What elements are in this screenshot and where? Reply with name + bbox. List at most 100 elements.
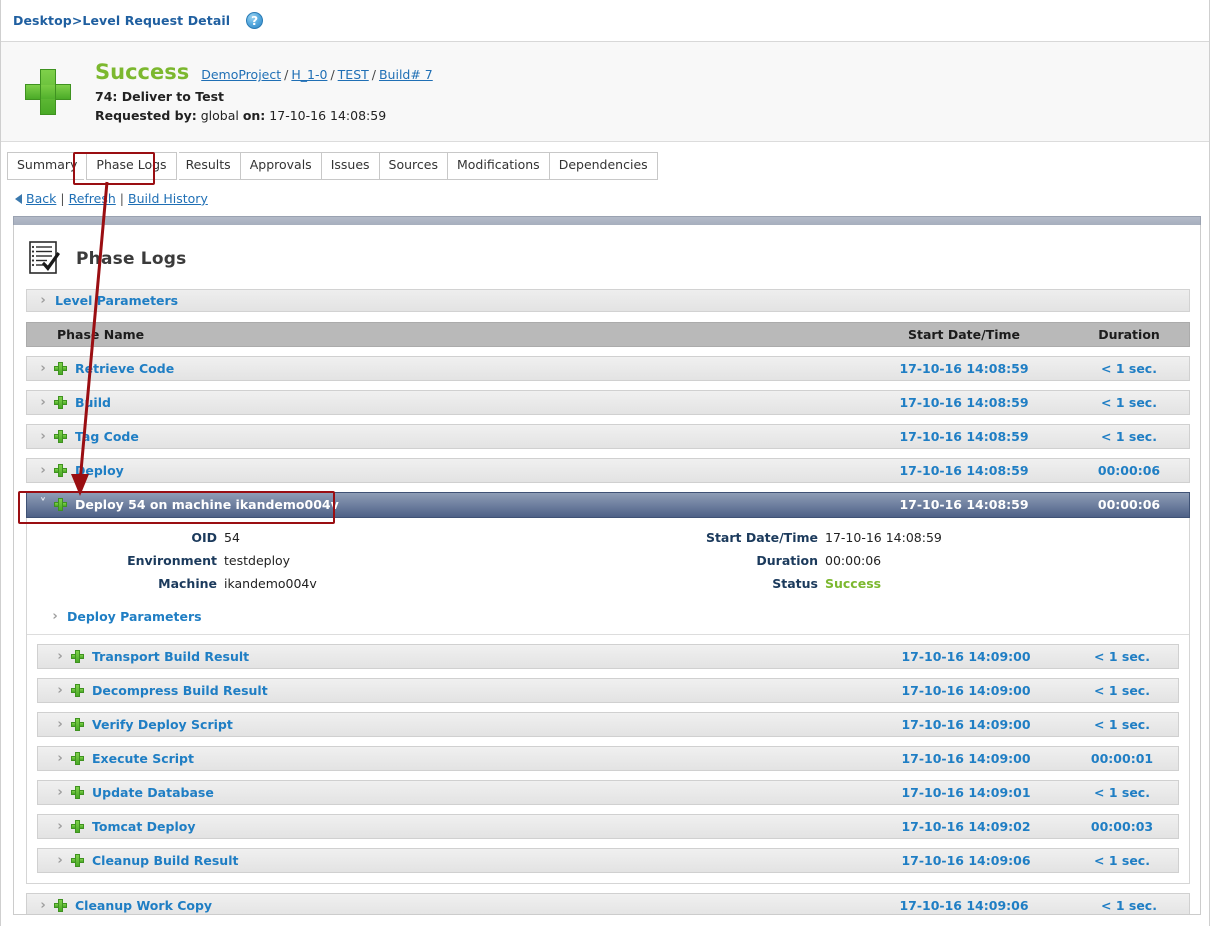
- chevron-right-icon[interactable]: ›: [52, 854, 68, 867]
- phase-name[interactable]: Update Database: [92, 785, 214, 800]
- phase-name[interactable]: Execute Script: [92, 751, 194, 766]
- tab-bar: Summary Phase Logs Results Approvals Iss…: [1, 142, 1209, 180]
- link-build-history[interactable]: Build History: [128, 191, 208, 206]
- chevron-right-icon[interactable]: ›: [52, 752, 68, 765]
- table-row[interactable]: › Verify Deploy Script 17-10-16 14:09:00…: [37, 711, 1179, 737]
- phase-name[interactable]: Decompress Build Result: [92, 683, 268, 698]
- chevron-right-icon[interactable]: ›: [52, 786, 68, 799]
- panel-top-strip: [13, 215, 1201, 225]
- chevron-down-icon[interactable]: ˅: [35, 498, 51, 511]
- build-breadcrumb-links: DemoProject / H_1-0/TEST / Build# 7: [201, 67, 433, 84]
- request-subtitle: 74: Deliver to Test: [95, 89, 224, 105]
- phase-start-date: 17-10-16 14:08:59: [899, 428, 1029, 444]
- detail-label: Start Date/Time: [705, 529, 818, 545]
- col-phase-name: Phase Name: [57, 326, 145, 342]
- detail-field-environment: Environment testdeploy: [27, 553, 608, 568]
- phase-start-date: 17-10-16 14:09:01: [901, 784, 1031, 800]
- tab-issues[interactable]: Issues: [320, 152, 380, 180]
- status-word: Success: [95, 59, 190, 84]
- phase-name[interactable]: Deploy 54 on machine ikandemo004v: [75, 497, 339, 512]
- detail-label: Machine: [158, 575, 217, 591]
- phase-duration: 00:00:06: [1097, 497, 1161, 513]
- breadcrumb[interactable]: Desktop>Level Request Detail: [13, 13, 230, 28]
- phase-start-date: 17-10-16 14:09:02: [901, 818, 1031, 834]
- green-plus-icon: [54, 463, 67, 477]
- detail-field-duration: Duration 00:00:06: [608, 553, 1189, 568]
- table-row[interactable]: › Execute Script 17-10-16 14:09:00 00:00…: [37, 745, 1179, 771]
- row-name-cell: › Deploy: [27, 463, 859, 478]
- deploy-parameters-label: Deploy Parameters: [67, 608, 202, 624]
- chevron-right-icon[interactable]: ›: [52, 650, 68, 663]
- phase-duration: < 1 sec.: [1094, 682, 1150, 698]
- phase-name[interactable]: Build: [75, 395, 111, 410]
- table-row[interactable]: › Decompress Build Result 17-10-16 14:09…: [37, 677, 1179, 703]
- status-summary: Success DemoProject / H_1-0/TEST / Build# 7 …: [95, 58, 433, 125]
- table-row[interactable]: › Cleanup Build Result 17-10-16 14:09:06…: [37, 847, 1179, 873]
- phase-name[interactable]: Transport Build Result: [92, 649, 249, 664]
- phase-name[interactable]: Tomcat Deploy: [92, 819, 195, 834]
- link-build[interactable]: Build# 7: [379, 67, 433, 82]
- table-row[interactable]: › Update Database 17-10-16 14:09:01 < 1 …: [37, 779, 1179, 805]
- link-demoproject[interactable]: DemoProject: [201, 67, 281, 82]
- table-row[interactable]: › Build 17-10-16 14:08:59 < 1 sec.: [26, 389, 1190, 415]
- chevron-right-icon[interactable]: ›: [52, 820, 68, 833]
- table-row[interactable]: › Deploy 17-10-16 14:08:59 00:00:06: [26, 457, 1190, 483]
- table-row-selected[interactable]: ˅ Deploy 54 on machine ikandemo004v 17-1…: [26, 491, 1190, 518]
- checklist-icon: [28, 241, 62, 277]
- tab-phase-logs[interactable]: Phase Logs: [86, 152, 177, 180]
- requested-by-label: Requested by:: [95, 108, 197, 124]
- table-row[interactable]: › Retrieve Code 17-10-16 14:08:59 < 1 se…: [26, 355, 1190, 381]
- link-refresh[interactable]: Refresh: [69, 191, 116, 206]
- chevron-right-icon[interactable]: ›: [35, 396, 51, 409]
- tab-results[interactable]: Results: [175, 152, 241, 180]
- chevron-right-icon[interactable]: ›: [35, 362, 51, 375]
- detail-fields: OID 54 Environment testdeploy Machine ik…: [27, 530, 1189, 605]
- phase-duration: 00:00:01: [1090, 750, 1154, 766]
- tab-sources[interactable]: Sources: [378, 152, 448, 180]
- tab-modifications[interactable]: Modifications: [446, 152, 550, 180]
- link-back[interactable]: Back: [26, 191, 56, 206]
- phase-name[interactable]: Verify Deploy Script: [92, 717, 233, 732]
- phase-duration: 00:00:03: [1090, 818, 1154, 834]
- tab-summary[interactable]: Summary: [7, 152, 88, 180]
- row-name-cell: › Cleanup Build Result: [38, 853, 866, 868]
- table-header-row: Phase Name Start Date/Time Duration: [26, 321, 1190, 347]
- link-level[interactable]: TEST: [338, 67, 369, 82]
- phase-duration: < 1 sec.: [1101, 897, 1157, 913]
- phase-start-date: 17-10-16 14:08:59: [899, 497, 1029, 513]
- green-plus-icon: [71, 683, 84, 697]
- level-parameters-bar[interactable]: › Level Parameters: [26, 288, 1190, 312]
- tab-dependencies[interactable]: Dependencies: [548, 152, 658, 180]
- green-plus-icon: [71, 751, 84, 765]
- phase-duration: < 1 sec.: [1101, 394, 1157, 410]
- chevron-right-icon[interactable]: ›: [35, 430, 51, 443]
- table-row[interactable]: › Cleanup Work Copy 17-10-16 14:09:06 < …: [26, 892, 1190, 914]
- phase-name[interactable]: Tag Code: [75, 429, 139, 444]
- link-stream[interactable]: H_1-0: [291, 67, 327, 82]
- detail-label: Environment: [127, 552, 217, 568]
- table-row[interactable]: › Tomcat Deploy 17-10-16 14:09:02 00:00:…: [37, 813, 1179, 839]
- chevron-right-icon[interactable]: ›: [52, 684, 68, 697]
- phase-name[interactable]: Deploy: [75, 463, 124, 478]
- phase-detail-panel: OID 54 Environment testdeploy Machine ik…: [26, 517, 1190, 884]
- phase-name[interactable]: Cleanup Work Copy: [75, 898, 212, 913]
- chevron-right-icon: ›: [40, 292, 46, 308]
- phase-name[interactable]: Retrieve Code: [75, 361, 174, 376]
- table-row[interactable]: › Tag Code 17-10-16 14:08:59 < 1 sec.: [26, 423, 1190, 449]
- phase-name[interactable]: Cleanup Build Result: [92, 853, 238, 868]
- table-row[interactable]: › Transport Build Result 17-10-16 14:09:…: [37, 643, 1179, 669]
- chevron-right-icon[interactable]: ›: [35, 464, 51, 477]
- detail-left-column: OID 54 Environment testdeploy Machine ik…: [27, 530, 608, 599]
- chevron-right-icon[interactable]: ›: [35, 899, 51, 912]
- col-start-date: Start Date/Time: [907, 326, 1021, 342]
- row-name-cell: › Build: [27, 395, 859, 410]
- pipe-1: |: [60, 190, 65, 206]
- deploy-parameters-bar[interactable]: › Deploy Parameters: [27, 605, 1189, 635]
- tab-approvals[interactable]: Approvals: [239, 152, 322, 180]
- green-plus-icon: [54, 395, 67, 409]
- detail-value: 17-10-16 14:08:59: [825, 529, 942, 545]
- detail-field-machine: Machine ikandemo004v: [27, 576, 608, 591]
- green-plus-icon: [54, 498, 67, 512]
- help-icon[interactable]: ?: [246, 12, 264, 29]
- chevron-right-icon[interactable]: ›: [52, 718, 68, 731]
